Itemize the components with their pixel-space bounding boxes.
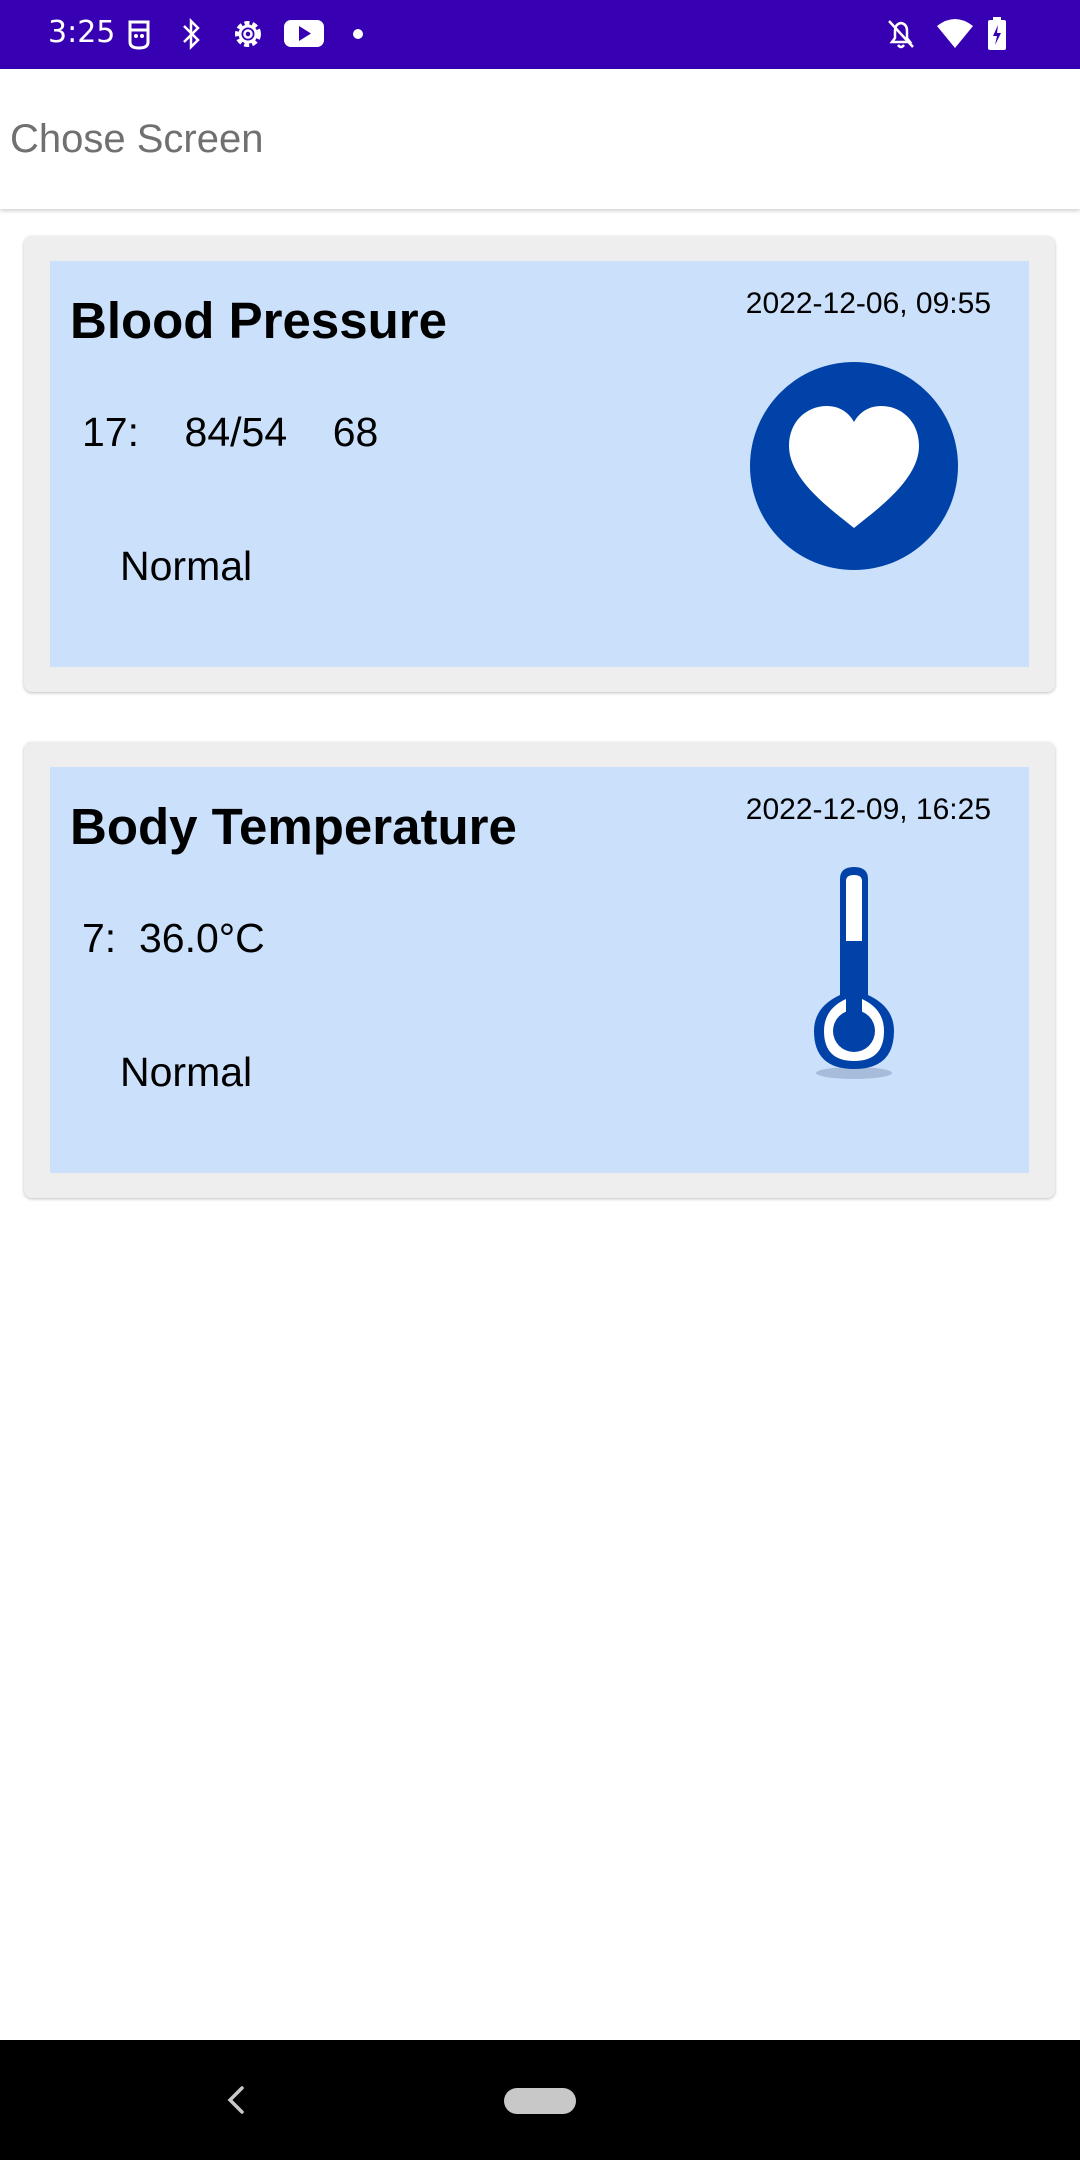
card-date: 2022-12-06, 09:55: [745, 287, 991, 320]
settings-icon: [235, 21, 261, 47]
bell-off-icon: [888, 20, 914, 49]
screen-title: Chose Screen: [10, 117, 264, 161]
status-bar: 3:25: [0, 0, 1080, 69]
blood-pressure-card-content: Blood Pressure 2022-12-06, 09:55 17: 84/…: [50, 261, 1029, 667]
app-bar: Chose Screen: [0, 69, 1080, 209]
body-temperature-card-content: Body Temperature 2022-12-09, 16:25 7: 36…: [50, 767, 1029, 1173]
dot-icon: [353, 29, 363, 39]
blood-pressure-card[interactable]: Blood Pressure 2022-12-06, 09:55 17: 84/…: [24, 236, 1055, 692]
navigation-bar: [0, 2040, 1080, 2160]
home-pill-icon[interactable]: [504, 2088, 576, 2114]
card-title: Blood Pressure: [70, 292, 447, 349]
bluetooth-icon: [183, 17, 200, 51]
card-date: 2022-12-09, 16:25: [745, 793, 991, 826]
status-time: 3:25: [48, 15, 116, 50]
heart-icon: [750, 362, 958, 570]
card-reading: 7: 36.0°C: [82, 915, 265, 961]
card-reading: 17: 84/54 68: [82, 409, 379, 455]
card-status: Normal: [120, 543, 253, 589]
card-title: Body Temperature: [70, 798, 517, 855]
youtube-icon: [284, 20, 324, 47]
body-temperature-card[interactable]: Body Temperature 2022-12-09, 16:25 7: 36…: [24, 742, 1055, 1198]
face-icon: [128, 20, 150, 50]
thermometer-icon: [814, 867, 894, 1079]
back-icon[interactable]: [222, 2080, 250, 2120]
card-status: Normal: [120, 1049, 253, 1095]
wifi-icon: [937, 19, 973, 48]
battery-charging-icon: [988, 17, 1006, 50]
